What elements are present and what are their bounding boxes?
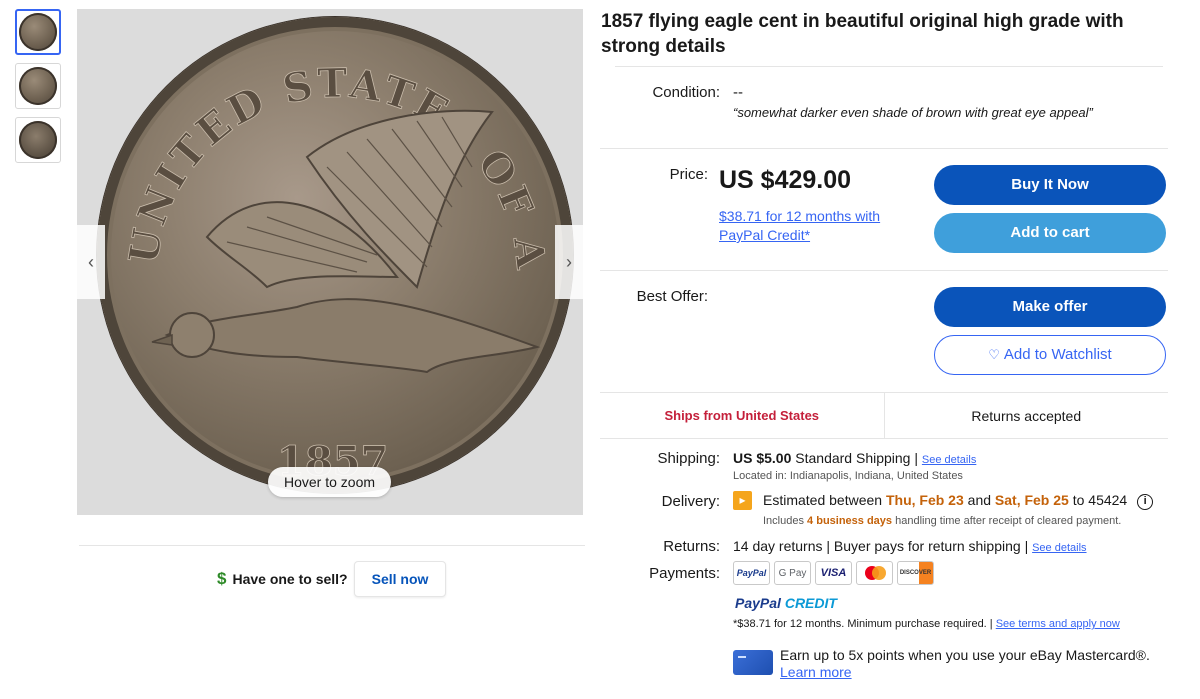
condition-label: Condition: [652,84,720,101]
delivery-and: and [967,492,992,508]
delivery-estimate: Estimated between Thu, Feb 23 and Sat, F… [763,492,1154,510]
divider [600,148,1168,149]
sell-prompt-row: $ Have one to sell? Sell now [217,561,447,597]
payment-methods: PayPal G Pay VISA DISCOVER [733,561,934,585]
paypal-credit-terms: *$38.71 for 12 months. Minimum purchase … [733,618,1120,630]
shipping-badges: Ships from United States Returns accepte… [600,393,1168,438]
handling-time-note: Includes 4 business days handling time a… [763,515,1121,527]
delivery-start-date: Thu, Feb 23 [885,492,964,508]
sell-now-button[interactable]: Sell now [353,561,447,597]
make-offer-button[interactable]: Make offer [934,287,1166,327]
paypal-credit-logo-a: PayPal [735,595,781,611]
main-product-image[interactable]: UNITED STATES OF AMERICA 1857 ‹ › Hover … [77,9,583,515]
item-location: Located in: Indianapolis, Indiana, Unite… [733,470,963,482]
shipping-method: Standard Shipping | [795,450,918,466]
coin-thumbnail-image [19,67,57,105]
delivery-end-date: Sat, Feb 25 [994,492,1069,508]
mastercard-icon [856,561,893,585]
add-to-watchlist-label: Add to Watchlist [1003,346,1112,363]
returns-accepted-badge: Returns accepted [971,407,1082,424]
sell-prompt-text: Have one to sell? [232,571,348,587]
handling-note-suffix: handling time after receipt of cleared p… [895,515,1122,527]
listing-title: 1857 flying eagle cent in beautiful orig… [601,11,1124,57]
shipping-cost: US $5.00 [733,450,792,466]
thumbnail-2[interactable] [15,63,61,109]
mastercard-promo: Earn up to 5x points when you use your e… [780,647,1150,663]
returns-see-details-link[interactable]: See details [1032,542,1086,554]
paypal-terms-text: *$38.71 for 12 months. Minimum purchase … [733,618,993,630]
shipping-value: US $5.00 Standard Shipping | See details [733,450,976,466]
see-terms-link[interactable]: See terms and apply now [996,618,1120,630]
delivery-prefix: Estimated between [763,492,883,508]
visa-icon: VISA [815,561,852,585]
previous-image-arrow-icon[interactable]: ‹ [77,225,105,299]
payments-label: Payments: [649,565,720,582]
ships-from-badge: Ships from United States [664,408,820,423]
paypal-credit-logo: PayPal CREDIT [735,595,837,611]
handling-note-prefix: Includes [763,515,804,527]
coin-engraving: UNITED STATES OF AMERICA 1857 [97,17,552,485]
add-to-watchlist-button[interactable]: ♡ Add to Watchlist [934,335,1166,375]
condition-description: “somewhat darker even shade of brown wit… [733,105,1093,120]
price-label: Price: [669,166,708,183]
paypal-credit-offer-link[interactable]: $38.71 for 12 months with PayPal Credit* [719,207,909,245]
returns-value: 14 day returns | Buyer pays for return s… [733,538,1087,554]
returns-label: Returns: [663,538,720,555]
divider [79,545,585,546]
thumbnail-1[interactable] [15,9,61,55]
price-value: US $429.00 [719,166,852,194]
coin-photo: UNITED STATES OF AMERICA 1857 [97,17,573,493]
handling-days: 4 business days [807,515,893,527]
learn-more-link[interactable]: Learn more [780,664,852,680]
dollar-icon: $ [217,569,227,588]
thumbnail-3[interactable] [15,117,61,163]
google-pay-icon: G Pay [774,561,811,585]
buy-it-now-button[interactable]: Buy It Now [934,165,1166,205]
discover-icon: DISCOVER [897,561,934,585]
hover-to-zoom-hint: Hover to zoom [268,467,392,497]
next-image-arrow-icon[interactable]: › [555,225,583,299]
delivery-truck-icon: ▸ [733,491,752,510]
best-offer-label: Best Offer: [636,288,708,305]
coin-thumbnail-image [19,121,57,159]
thumbnail-strip [15,9,61,171]
paypal-credit-logo-b: CREDIT [784,595,837,611]
delivery-label: Delivery: [661,493,720,510]
add-to-cart-button[interactable]: Add to cart [934,213,1166,253]
credit-card-icon [733,650,773,675]
heart-icon: ♡ [988,347,1000,362]
shipping-label: Shipping: [657,450,720,467]
divider [600,438,1168,439]
returns-policy: 14 day returns | Buyer pays for return s… [733,538,1029,554]
paypal-icon: PayPal [733,561,770,585]
coin-thumbnail-image [19,13,57,51]
condition-value: -- [733,84,743,101]
divider [600,270,1168,271]
shipping-see-details-link[interactable]: See details [922,454,976,466]
delivery-zip: to 45424 [1072,492,1128,508]
divider [615,66,1163,67]
info-icon[interactable]: i [1137,494,1154,510]
